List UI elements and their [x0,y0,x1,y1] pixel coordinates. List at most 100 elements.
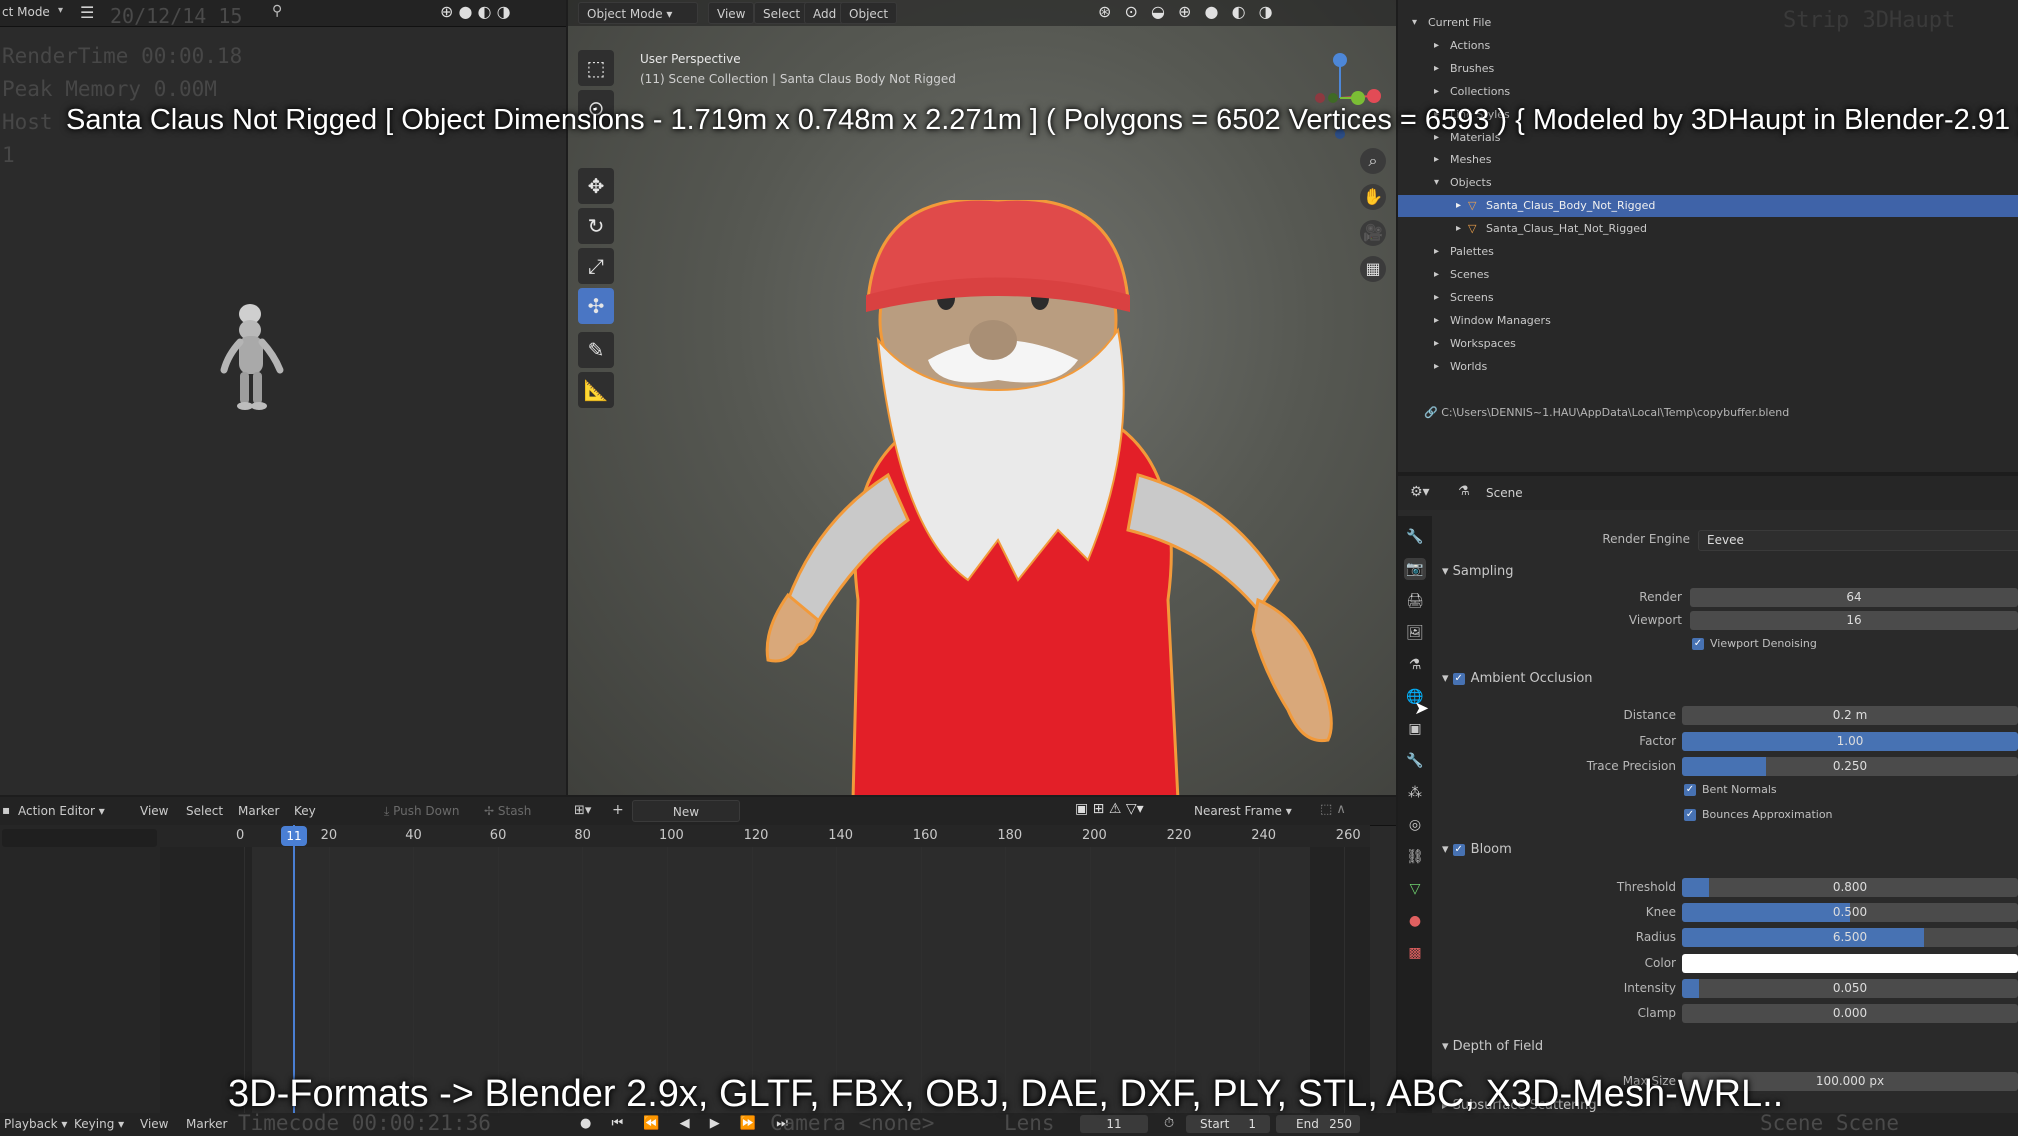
filter-icons[interactable]: ▣ ⊞ ⚠ ▽▾ [1075,801,1144,817]
bloom-clamp-field[interactable]: 0.000 [1682,1004,2018,1023]
expand-arrow-icon[interactable]: ▾ [1434,172,1439,194]
depth-of-field-section[interactable]: ▾ Depth of Field [1442,1039,1543,1054]
expand-arrow-icon[interactable]: ▸ [1434,310,1439,332]
sphere-shading-icons[interactable]: ⊕ ● ◐ ◑ [440,2,511,21]
viewport-denoising-checkbox[interactable]: ✓ Viewport Denoising [1692,637,1817,650]
outliner-item[interactable]: ▸ Collections [1398,81,2018,103]
pin-icon[interactable]: ⚲ [272,3,282,19]
shading-mode-icons[interactable]: ⊛ ⊙ ◒ ⊕ ● ◐ ◑ [1098,2,1277,21]
menu-object[interactable]: Object [840,2,898,24]
outliner-item[interactable]: ▸ Santa_Claus_Body_Not_Rigged ▽ [1398,195,2018,218]
status-view-menu[interactable]: View [140,1117,168,1131]
data-tab-icon[interactable]: ▽ [1404,878,1426,900]
measure-icon[interactable]: 📐 [578,372,614,408]
start-frame-field[interactable]: Start 1 [1186,1115,1270,1133]
render-engine-dropdown[interactable]: Eevee [1698,530,2018,551]
render-samples-field[interactable]: 64 [1690,588,2018,607]
playback-dropdown[interactable]: Playback ▾ [4,1117,67,1131]
bloom-color-swatch[interactable] [1682,954,2018,973]
tool-tab-icon[interactable]: 🔧 [1404,526,1426,548]
timeline-menu-view[interactable]: View [140,804,168,818]
output-tab-icon[interactable]: 🖨 [1404,590,1426,612]
expand-arrow-icon[interactable]: ▸ [1434,58,1439,80]
bloom-intensity-slider[interactable]: 0.050 [1682,979,2018,998]
outliner-item[interactable]: ▸ Window Managers [1398,310,2018,332]
action-new-button[interactable]: New [632,800,740,822]
expand-arrow-icon[interactable]: ▸ [1434,81,1439,103]
outliner-item[interactable]: ▾ Current File [1398,12,2018,34]
viewport-samples-field[interactable]: 16 [1690,611,2018,630]
particles-tab-icon[interactable]: ⁂ [1404,782,1426,804]
transform-icon[interactable]: ✣ [578,288,614,324]
expand-arrow-icon[interactable]: ▸ [1434,333,1439,355]
annotate-icon[interactable]: ✎ [578,332,614,368]
object-mode-dropdown[interactable]: Object Mode ▾ [578,2,698,24]
physics-tab-icon[interactable]: ◎ [1404,814,1426,836]
grid-icon[interactable]: ▦ [1360,256,1386,282]
santa-claus-model[interactable] [758,200,1358,795]
outliner-item[interactable]: ▸ Screens [1398,287,2018,309]
texture-tab-icon[interactable]: ▩ [1404,942,1426,964]
bloom-enable-checkbox[interactable]: ✓ [1452,843,1465,856]
end-frame-field[interactable]: End 250 [1276,1115,1360,1133]
expand-arrow-icon[interactable]: ▾ [1412,12,1417,34]
push-down-button[interactable]: ⤓ Push Down [384,804,459,819]
move-icon[interactable]: ✥ [578,168,614,204]
properties-type-icon[interactable]: ⚙▾ [1410,484,1430,500]
ao-enable-checkbox[interactable]: ✓ [1452,672,1465,685]
expand-arrow-icon[interactable]: ▸ [1434,149,1439,171]
bloom-knee-slider[interactable]: 0.500 [1682,903,2018,922]
playback-controls[interactable]: ● ⏮ ⏪ ◀ ▶ ⏩ ⏭ [580,1116,796,1131]
constraints-tab-icon[interactable]: ⛓ [1404,846,1426,868]
bounces-approx-checkbox[interactable]: ✓ Bounces Approximation [1684,808,1833,821]
stash-button[interactable]: ✢ Stash [484,804,531,818]
bloom-radius-slider[interactable]: 6.500 [1682,928,2018,947]
view-layer-tab-icon[interactable]: 🖼 [1404,622,1426,644]
menu-view[interactable]: View [708,2,755,24]
expand-arrow-icon[interactable]: ▸ [1456,218,1461,240]
menu-select[interactable]: Select [754,2,810,24]
timeline-menu-key[interactable]: Key [294,804,316,818]
ao-factor-slider[interactable]: 1.00 [1682,732,2018,751]
outliner-item[interactable]: ▾ Objects [1398,172,2018,194]
channel-search[interactable] [2,829,157,847]
bloom-threshold-slider[interactable]: 0.800 [1682,878,2018,897]
clock-icon[interactable]: ⏱ [1164,1116,1174,1131]
outliner-item[interactable]: ▸ Workspaces [1398,333,2018,355]
ao-trace-slider[interactable]: 0.250 [1682,757,2018,776]
material-tab-icon[interactable]: ● [1404,910,1426,932]
bloom-section[interactable]: ▾ ✓ Bloom [1442,842,1512,857]
expand-arrow-icon[interactable]: ▸ [1434,356,1439,378]
render-tab-icon[interactable]: 📷 [1404,558,1426,580]
expand-arrow-icon[interactable]: ▸ [1434,241,1439,263]
scene-tab-icon[interactable]: ⚗ [1404,654,1426,676]
bent-normals-checkbox[interactable]: ✓ Bent Normals [1684,783,1777,796]
playhead-frame-badge[interactable]: 11 [281,826,307,846]
scale-icon[interactable]: ⤢ [578,248,614,284]
outliner-item[interactable]: ▸ Palettes [1398,241,2018,263]
ao-distance-field[interactable]: 0.2 m [1682,706,2018,725]
outliner-item[interactable]: ▸ Meshes [1398,149,2018,171]
current-frame-field[interactable]: 11 [1080,1115,1148,1133]
hand-icon[interactable]: ✋ [1360,184,1386,210]
ambient-occlusion-section[interactable]: ▾ ✓ Ambient Occlusion [1442,671,1593,686]
expand-arrow-icon[interactable]: ▸ [1456,195,1461,217]
outliner-item[interactable]: ▸ Worlds [1398,356,2018,378]
zoom-icon[interactable]: ⌕ [1360,148,1386,174]
playhead[interactable] [293,825,295,1113]
object-tab-icon[interactable]: ▣ [1404,718,1426,740]
outliner-item[interactable]: ▸ Scenes [1398,264,2018,286]
editor-mode-dropdown[interactable]: Action Editor ▾ [18,804,105,818]
timeline-menu-marker[interactable]: Marker [238,804,279,818]
select-box-icon[interactable]: ⬚ [578,50,614,86]
outliner-item[interactable]: ▸ Brushes [1398,58,2018,80]
hamburger-icon[interactable]: ☰ [80,3,94,22]
rotate-icon[interactable]: ↻ [578,208,614,244]
proportional-icons[interactable]: ⬚ ∧ [1320,802,1346,817]
outliner-item[interactable]: ▸ Actions [1398,35,2018,57]
action-browse-icon[interactable]: ⊞▾ [574,803,591,818]
expand-arrow-icon[interactable]: ▸ [1434,287,1439,309]
snap-dropdown[interactable]: Nearest Frame ▾ [1194,804,1292,818]
sampling-section[interactable]: ▾ Sampling [1442,564,1514,579]
keyframe-area[interactable]: 0 20 40 60 80 100 120 140 160 180 200 220 240 260 11 [160,825,1370,1133]
